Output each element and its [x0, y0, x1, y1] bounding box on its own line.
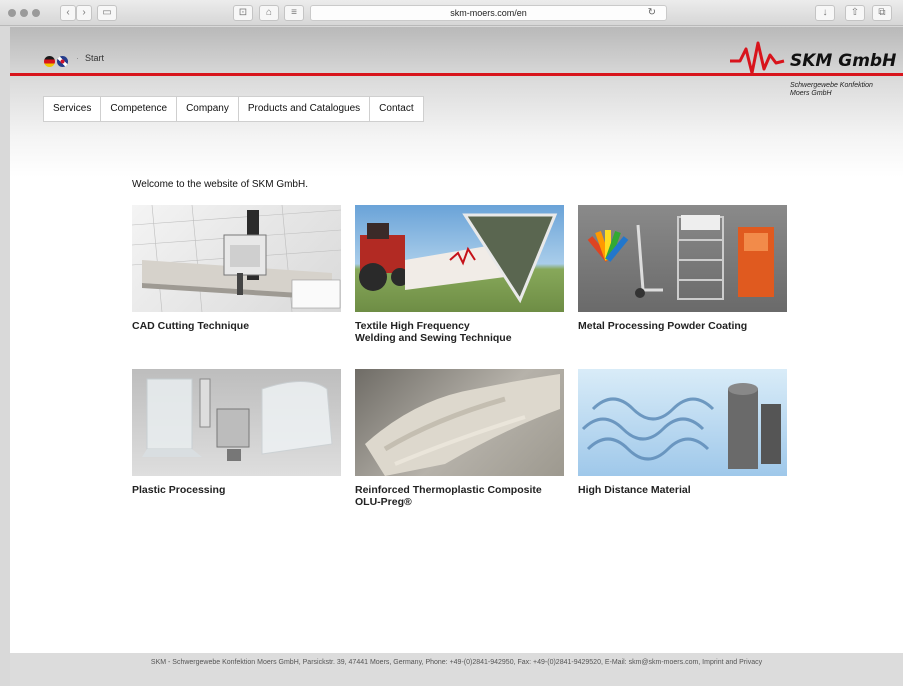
metal-powder-image[interactable]: [578, 205, 787, 312]
card-title[interactable]: Reinforced Thermoplastic Composite OLU-P…: [355, 484, 564, 508]
breadcrumb-separator: ·: [76, 53, 79, 63]
back-button[interactable]: ‹: [60, 5, 76, 21]
logo-subtitle-line2: Moers GmbH: [790, 90, 832, 97]
logo-subtitle: Schwergewebe Konfektion Moers GmbH: [790, 82, 900, 98]
textile-welding-image[interactable]: [355, 205, 564, 312]
card-title[interactable]: Metal Processing Powder Coating: [578, 320, 787, 332]
card-cad-cutting[interactable]: CAD Cutting Technique: [132, 205, 341, 332]
nav-contact[interactable]: Contact: [370, 97, 422, 121]
language-switcher: [44, 53, 70, 71]
cad-cutting-image[interactable]: [132, 205, 341, 312]
card-plastic-processing[interactable]: Plastic Processing: [132, 369, 341, 496]
card-title[interactable]: Plastic Processing: [132, 484, 341, 496]
web-page: · Start SKM GmbH Schwergewebe Konfektion …: [10, 27, 903, 686]
card-title-line1[interactable]: Metal Processing Powder Coating: [578, 320, 787, 332]
german-flag-icon[interactable]: [44, 56, 55, 68]
nav-competence[interactable]: Competence: [101, 97, 178, 121]
nav-company[interactable]: Company: [177, 97, 239, 121]
card-title-line1[interactable]: CAD Cutting Technique: [132, 320, 341, 332]
breadcrumb-start-link[interactable]: Start: [85, 53, 104, 63]
close-window-icon[interactable]: [8, 9, 16, 17]
english-flag-icon[interactable]: [57, 56, 68, 68]
breadcrumb: · Start: [76, 53, 104, 63]
card-metal-powder[interactable]: Metal Processing Powder Coating: [578, 205, 787, 332]
card-title[interactable]: Textile High Frequency Welding and Sewin…: [355, 320, 564, 344]
card-title-line2[interactable]: Welding and Sewing Technique: [355, 332, 564, 344]
card-textile-welding[interactable]: Textile High Frequency Welding and Sewin…: [355, 205, 564, 344]
logo-title: SKM GmbH: [790, 51, 897, 71]
plastic-processing-image[interactable]: [132, 369, 341, 476]
card-title[interactable]: CAD Cutting Technique: [132, 320, 341, 332]
welcome-text: Welcome to the website of SKM GmbH.: [132, 179, 308, 190]
tabs-icon[interactable]: ⧉: [872, 5, 892, 21]
zoom-window-icon[interactable]: [32, 9, 40, 17]
address-bar[interactable]: skm-moers.com/en ↻: [310, 5, 667, 21]
card-title-line1[interactable]: Textile High Frequency: [355, 320, 564, 332]
card-title[interactable]: High Distance Material: [578, 484, 787, 496]
share-icon[interactable]: ⇧: [845, 5, 865, 21]
forward-button[interactable]: ›: [76, 5, 92, 21]
card-high-distance[interactable]: High Distance Material: [578, 369, 787, 496]
card-thermoplastic-composite[interactable]: Reinforced Thermoplastic Composite OLU-P…: [355, 369, 564, 508]
footer-text: SKM - Schwergewebe Konfektion Moers GmbH…: [150, 659, 763, 666]
main-navigation: Services Competence Company Products and…: [43, 96, 424, 122]
page-footer: SKM - Schwergewebe Konfektion Moers GmbH…: [10, 653, 903, 686]
sidebar-toggle-icon[interactable]: ▭: [97, 5, 117, 21]
home-icon[interactable]: ⌂: [259, 5, 279, 21]
download-icon[interactable]: ↓: [815, 5, 835, 21]
card-title-line1[interactable]: Reinforced Thermoplastic Composite: [355, 484, 564, 496]
reader-icon[interactable]: ⊡: [233, 5, 253, 21]
reload-icon[interactable]: ↻: [648, 6, 656, 20]
list-icon[interactable]: ≡: [284, 5, 304, 21]
minimize-window-icon[interactable]: [20, 9, 28, 17]
card-title-line2[interactable]: OLU-Preg®: [355, 496, 564, 508]
card-title-line1[interactable]: Plastic Processing: [132, 484, 341, 496]
logo-subtitle-line1: Schwergewebe Konfektion: [790, 82, 873, 89]
browser-toolbar: ‹ › ▭ ⊡ ⌂ ≡ skm-moers.com/en ↻ ↓ ⇧ ⧉: [0, 0, 903, 26]
url-text: skm-moers.com/en: [450, 8, 527, 18]
nav-products-and-catalogues[interactable]: Products and Catalogues: [239, 97, 371, 121]
card-title-line1[interactable]: High Distance Material: [578, 484, 787, 496]
high-distance-image[interactable]: [578, 369, 787, 476]
nav-services[interactable]: Services: [44, 97, 102, 121]
thermoplastic-composite-image[interactable]: [355, 369, 564, 476]
